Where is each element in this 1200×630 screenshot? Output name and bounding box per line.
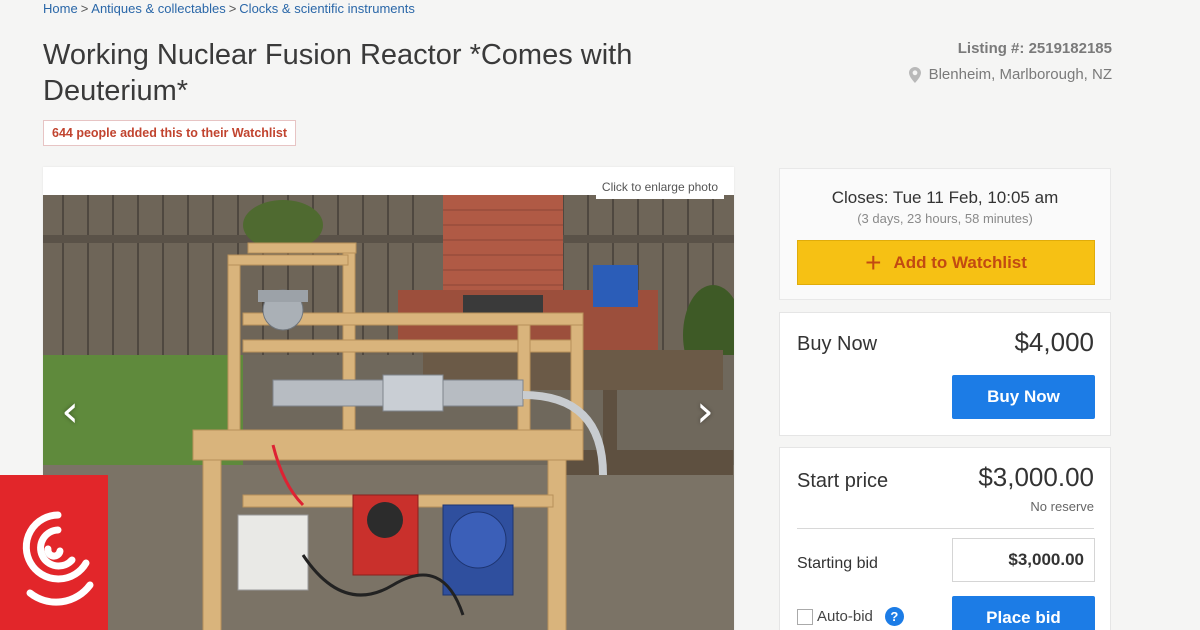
start-price-value: $3,000.00 <box>978 462 1094 492</box>
buy-now-price: $4,000 <box>1014 327 1094 357</box>
place-bid-button[interactable]: Place bid <box>952 596 1095 630</box>
bid-divider <box>797 528 1094 529</box>
time-remaining: (3 days, 23 hours, 58 minutes) <box>857 211 1033 226</box>
closing-panel: Closes: Tue 11 Feb, 10:05 am (3 days, 23… <box>779 168 1111 300</box>
reserve-status: No reserve <box>1030 499 1094 514</box>
add-to-watchlist-button[interactable]: + Add to Watchlist <box>797 240 1095 285</box>
previous-photo-arrow-icon[interactable]: ‹ <box>55 390 85 434</box>
buy-now-label: Buy Now <box>797 333 878 355</box>
add-to-watchlist-label: Add to Watchlist <box>893 252 1027 272</box>
listing-title: Working Nuclear Fusion Reactor *Comes wi… <box>43 39 633 107</box>
auto-bid-row: Auto-bid ? <box>797 607 904 626</box>
auto-bid-label[interactable]: Auto-bid <box>817 608 873 625</box>
plus-icon: + <box>865 246 882 278</box>
photo-gallery[interactable]: Click to enlarge photo ‹ › <box>43 167 734 630</box>
breadcrumb-antiques-link[interactable]: Antiques & collectables <box>91 1 225 16</box>
rnz-logo <box>0 475 108 630</box>
breadcrumb-clocks-link[interactable]: Clocks & scientific instruments <box>239 1 415 16</box>
listing-number: Listing #: 2519182185 <box>957 40 1112 57</box>
breadcrumb-home-link[interactable]: Home <box>43 1 78 16</box>
reactor-photo-image <box>43 195 734 630</box>
enlarge-photo-link[interactable]: Click to enlarge photo <box>595 175 724 199</box>
breadcrumb-separator: > <box>228 1 237 16</box>
location-pin-icon <box>908 66 921 83</box>
help-icon[interactable]: ? <box>884 607 904 626</box>
bid-panel: Start price $3,000.00 No reserve Startin… <box>779 447 1111 630</box>
start-price-label: Start price <box>797 470 889 492</box>
spiral-logo-icon <box>22 511 94 606</box>
listing-photo[interactable] <box>43 195 734 630</box>
listing-location: Blenheim, Marlborough, NZ <box>908 66 1112 83</box>
breadcrumb: Home > Antiques & collectables > Clocks & sc… <box>43 1 415 16</box>
breadcrumb-separator: > <box>80 1 89 16</box>
buy-now-panel: Buy Now $4,000 Buy Now <box>779 312 1111 436</box>
starting-bid-input[interactable] <box>952 538 1095 582</box>
starting-bid-label: Starting bid <box>797 555 878 572</box>
location-text: Blenheim, Marlborough, NZ <box>928 66 1112 83</box>
listing-info: Listing #: 2519182185 Blenheim, Marlboro… <box>908 40 1112 83</box>
buy-now-button[interactable]: Buy Now <box>952 375 1095 419</box>
watchlist-count-badge: 644 people added this to their Watchlist <box>43 120 296 146</box>
next-photo-arrow-icon[interactable]: › <box>690 390 720 434</box>
closing-panel-box: Closes: Tue 11 Feb, 10:05 am (3 days, 23… <box>779 168 1111 300</box>
auto-bid-checkbox[interactable] <box>797 608 813 625</box>
closing-time: Closes: Tue 11 Feb, 10:05 am <box>831 188 1059 207</box>
